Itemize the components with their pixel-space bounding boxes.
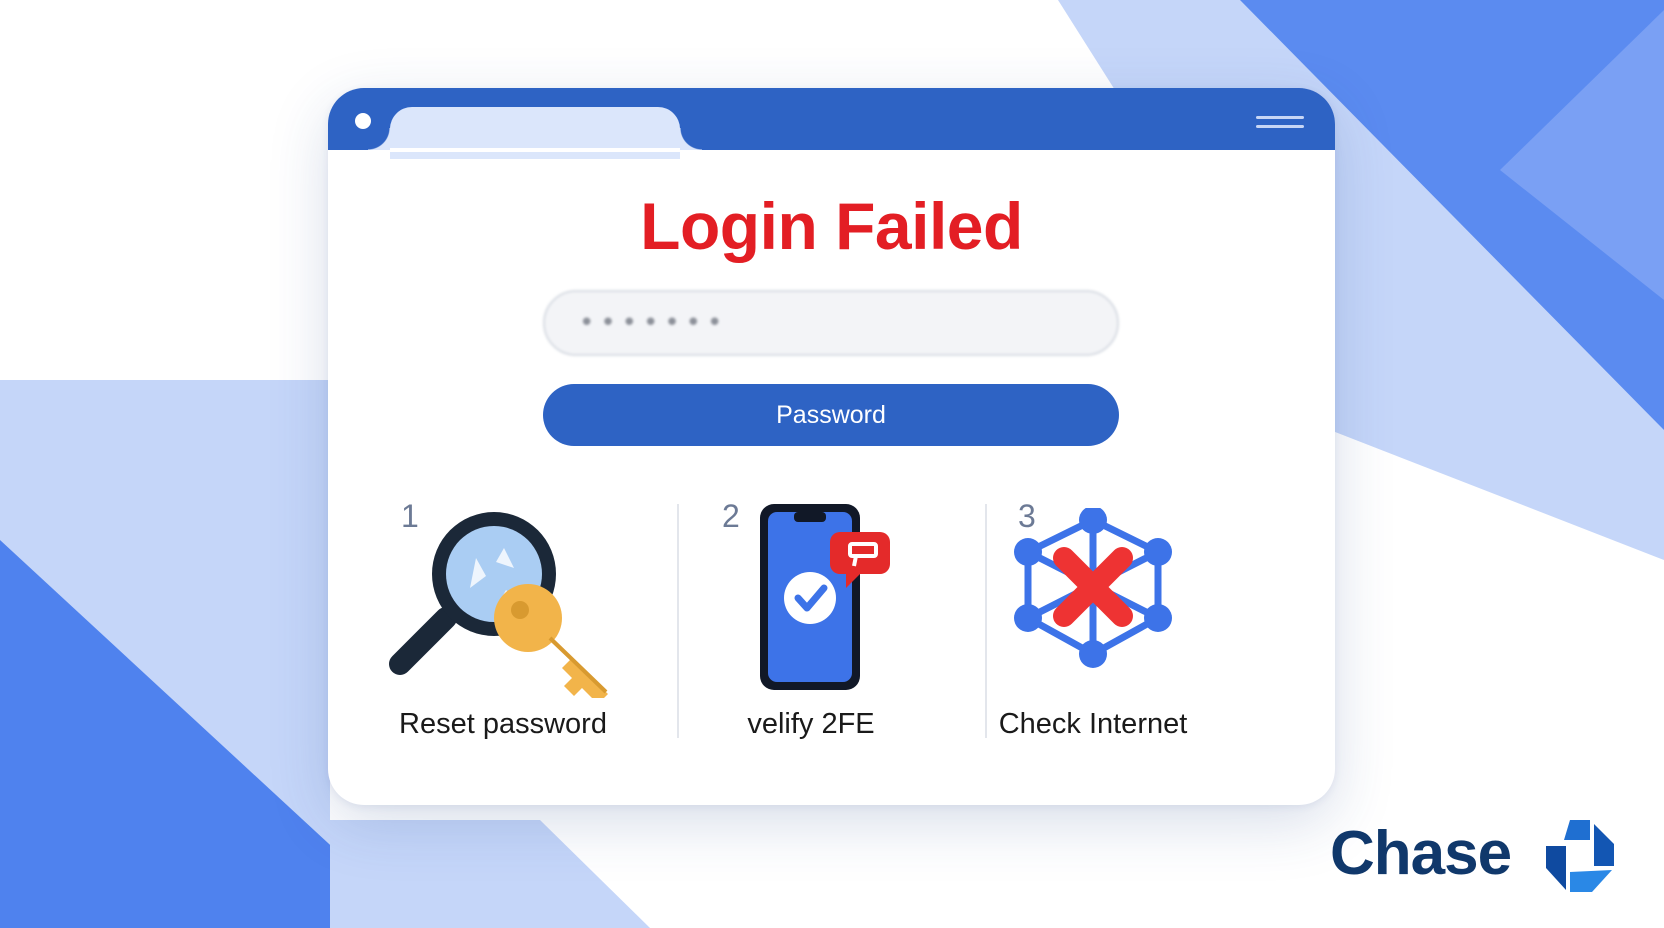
title-bar <box>328 88 1335 159</box>
phone-verify-icon <box>760 504 890 690</box>
brand-name: Chase <box>1330 819 1512 888</box>
step-label-verify-2fa[interactable]: velify 2FE <box>661 708 961 741</box>
step-label-reset-password[interactable]: Reset password <box>353 708 653 741</box>
tab-connector <box>390 148 680 152</box>
password-field[interactable] <box>543 290 1119 356</box>
window-dot[interactable] <box>355 113 371 129</box>
menu-icon[interactable] <box>1256 116 1304 132</box>
step-divider <box>677 504 679 738</box>
step-divider <box>985 504 987 738</box>
step-label-check-internet[interactable]: Check Internet <box>943 708 1243 741</box>
page-title: Login Failed <box>640 189 1023 263</box>
password-button[interactable]: Password <box>543 384 1119 446</box>
browser-window: Login Failed Password 1 Reset password 2… <box>328 88 1335 805</box>
magnifier-key-icon <box>389 512 608 698</box>
octagon-logo-icon <box>1546 820 1614 892</box>
brand-logo: Chase <box>1330 818 1620 898</box>
network-error-icon <box>1014 508 1172 668</box>
